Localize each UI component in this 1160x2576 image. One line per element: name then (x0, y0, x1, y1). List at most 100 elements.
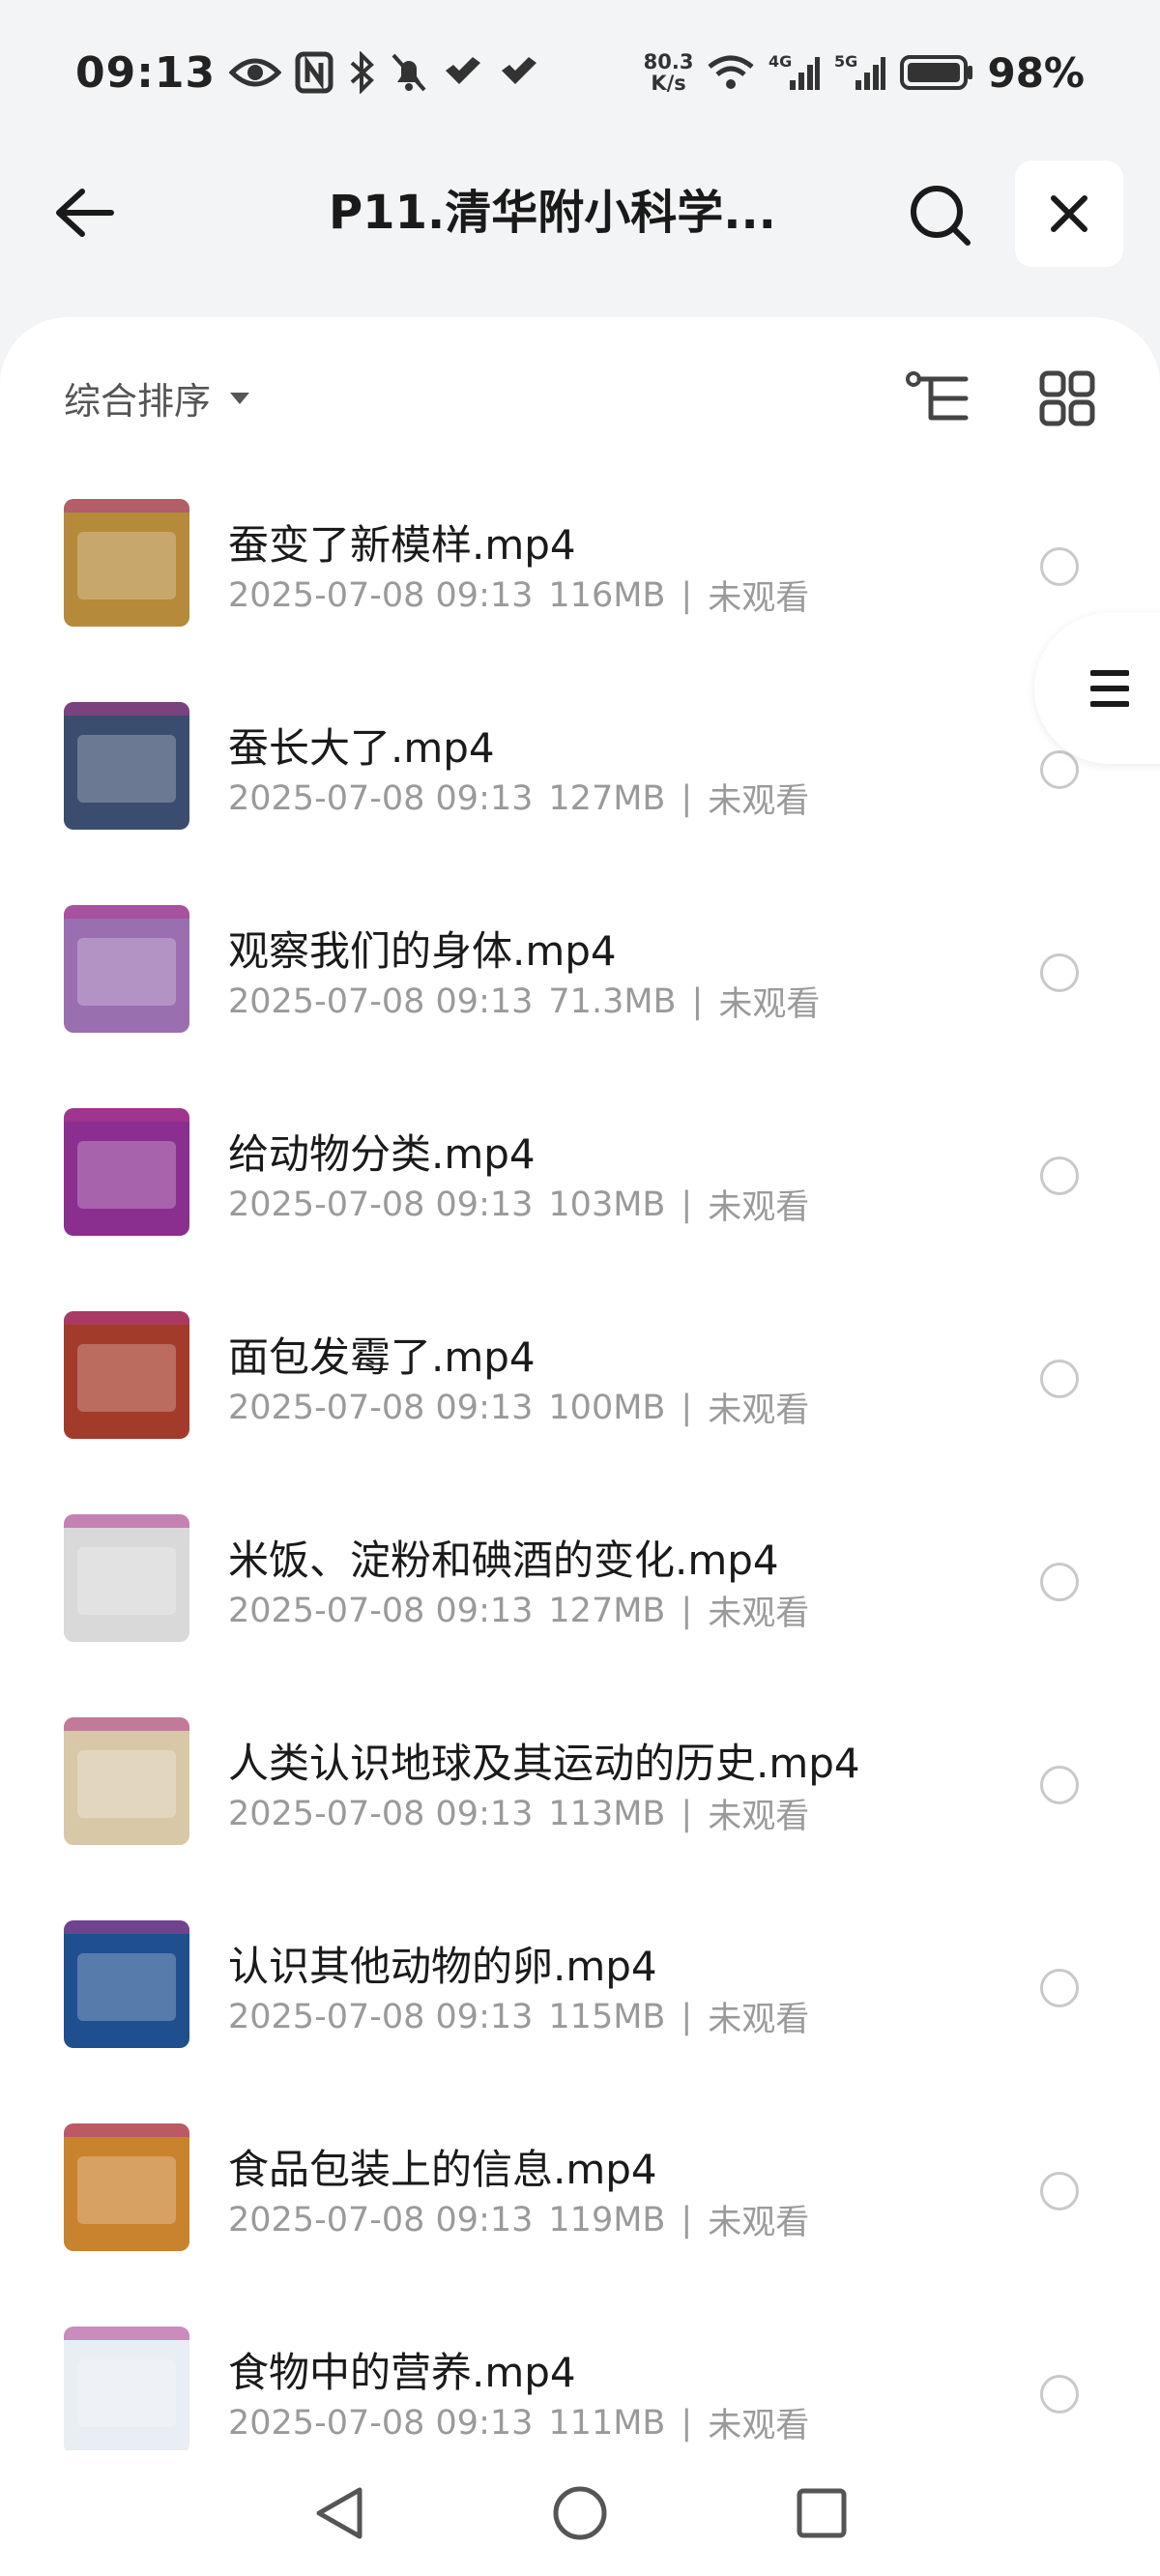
watch-status: 未观看 (708, 782, 810, 821)
video-thumbnail (64, 1717, 189, 1845)
file-size: 113MB (548, 1794, 666, 1833)
watch-status: 未观看 (708, 579, 810, 618)
watch-status: 未观看 (708, 1188, 810, 1227)
video-thumbnail (64, 702, 189, 830)
battery-percent: 98% (987, 48, 1085, 97)
file-meta: 2025-07-08 09:13 119MB | 未观看 (228, 2195, 809, 2244)
tree-icon (906, 371, 969, 421)
video-thumbnail (64, 2123, 189, 2251)
sort-dropdown[interactable]: 综合排序 (64, 371, 251, 424)
circle-home-icon (553, 2486, 607, 2540)
select-radio[interactable] (1040, 1969, 1079, 2007)
eye-icon (229, 53, 282, 92)
file-row[interactable]: 食品包装上的信息.mp4 2025-07-08 09:13 119MB | 未观… (0, 2096, 1160, 2299)
file-size: 71.3MB (548, 981, 677, 1021)
grid-view-button[interactable] (1032, 364, 1102, 433)
nav-home-button[interactable] (546, 2479, 614, 2547)
page-title: P11.清华附小科学... (329, 186, 776, 240)
file-name: 蚕变了新模样.mp4 (228, 521, 576, 569)
file-size: 103MB (548, 1185, 666, 1224)
watch-status: 未观看 (708, 1798, 810, 1836)
file-list-panel: 综合排序 蚕变了新模样.mp4 2025-07-08 09:13 116MB |… (0, 317, 1160, 2576)
nav-back-button[interactable] (304, 2479, 372, 2547)
file-row[interactable]: 认识其他动物的卵.mp4 2025-07-08 09:13 115MB | 未观… (0, 1893, 1160, 2096)
select-radio[interactable] (1040, 1360, 1079, 1398)
search-button[interactable] (905, 180, 974, 249)
file-size: 127MB (548, 1591, 666, 1630)
nfc-icon (295, 51, 334, 94)
file-row[interactable]: 蚕长大了.mp4 2025-07-08 09:13 127MB | 未观看 (0, 675, 1160, 878)
watch-status: 未观看 (708, 2204, 810, 2242)
meta-separator: | (691, 981, 704, 1021)
top-bar: P11.清华附小科学... (0, 145, 1160, 280)
file-date: 2025-07-08 09:13 (228, 1388, 534, 1427)
file-meta: 2025-07-08 09:13 127MB | 未观看 (228, 1586, 809, 1635)
watch-status: 未观看 (708, 1391, 810, 1430)
file-name: 面包发霉了.mp4 (228, 1333, 536, 1381)
arrow-left-icon (56, 189, 114, 237)
close-button[interactable] (1015, 161, 1123, 267)
select-radio[interactable] (1040, 1766, 1079, 1804)
mute-bell-icon (390, 51, 428, 94)
select-radio[interactable] (1040, 750, 1079, 789)
select-radio[interactable] (1040, 2375, 1079, 2414)
file-name: 人类认识地球及其运动的历史.mp4 (228, 1740, 860, 1787)
file-meta: 2025-07-08 09:13 115MB | 未观看 (228, 1992, 809, 2041)
file-size: 119MB (548, 2200, 666, 2239)
file-date: 2025-07-08 09:13 (228, 1794, 534, 1833)
network-speed-unit: K/s (651, 72, 686, 95)
file-date: 2025-07-08 09:13 (228, 1997, 534, 2036)
select-radio[interactable] (1040, 2172, 1079, 2210)
file-meta: 2025-07-08 09:13 113MB | 未观看 (228, 1789, 809, 1838)
meta-separator: | (681, 778, 693, 818)
file-meta: 2025-07-08 09:13 111MB | 未观看 (228, 2398, 809, 2447)
meta-separator: | (681, 2403, 693, 2443)
watch-status: 未观看 (708, 2001, 810, 2039)
select-radio[interactable] (1040, 953, 1079, 992)
select-radio[interactable] (1040, 547, 1079, 586)
watch-status: 未观看 (708, 2407, 810, 2445)
file-row[interactable]: 给动物分类.mp4 2025-07-08 09:13 103MB | 未观看 (0, 1081, 1160, 1284)
file-row[interactable]: 面包发霉了.mp4 2025-07-08 09:13 100MB | 未观看 (0, 1284, 1160, 1487)
wifi-icon (707, 53, 755, 92)
clock: 09:13 (75, 47, 217, 98)
network-speed-value: 80.3 (643, 50, 694, 73)
video-thumbnail (64, 1108, 189, 1236)
sort-toolbar: 综合排序 (0, 356, 1160, 433)
square-recents-icon (797, 2488, 847, 2538)
file-date: 2025-07-08 09:13 (228, 778, 534, 818)
file-name: 米饭、淀粉和碘酒的变化.mp4 (228, 1537, 779, 1584)
meta-separator: | (681, 1794, 693, 1833)
status-bar: 09:13 80.3 K/s 4G 5G 98% (0, 0, 1160, 145)
file-meta: 2025-07-08 09:13 116MB | 未观看 (228, 571, 809, 620)
file-date: 2025-07-08 09:13 (228, 575, 534, 615)
file-date: 2025-07-08 09:13 (228, 2200, 534, 2239)
network-speed: 80.3 K/s (644, 51, 694, 94)
meta-separator: | (681, 2200, 693, 2239)
file-meta: 2025-07-08 09:13 100MB | 未观看 (228, 1383, 809, 1432)
file-row[interactable]: 人类认识地球及其运动的历史.mp4 2025-07-08 09:13 113MB… (0, 1690, 1160, 1893)
file-date: 2025-07-08 09:13 (228, 1591, 534, 1630)
file-meta: 2025-07-08 09:13 127MB | 未观看 (228, 774, 809, 823)
heart-sync-icon (442, 53, 484, 92)
file-list: 蚕变了新模样.mp4 2025-07-08 09:13 116MB | 未观看 … (0, 472, 1160, 2503)
file-row[interactable]: 米饭、淀粉和碘酒的变化.mp4 2025-07-08 09:13 127MB |… (0, 1487, 1160, 1690)
nav-recents-button[interactable] (788, 2479, 856, 2547)
file-size: 116MB (548, 575, 666, 615)
file-name: 给动物分类.mp4 (228, 1130, 536, 1178)
file-date: 2025-07-08 09:13 (228, 981, 534, 1021)
signal-4g-icon: 4G (768, 51, 821, 94)
tree-view-button[interactable] (903, 364, 972, 433)
video-thumbnail (64, 1920, 189, 2048)
select-radio[interactable] (1040, 1563, 1079, 1601)
file-row[interactable]: 观察我们的身体.mp4 2025-07-08 09:13 71.3MB | 未观… (0, 878, 1160, 1081)
video-thumbnail (64, 1514, 189, 1642)
battery-icon (900, 53, 973, 92)
file-date: 2025-07-08 09:13 (228, 2403, 534, 2443)
select-radio[interactable] (1040, 1156, 1079, 1195)
file-row[interactable]: 蚕变了新模样.mp4 2025-07-08 09:13 116MB | 未观看 (0, 472, 1160, 675)
back-button[interactable] (50, 182, 118, 244)
grid-icon (1039, 370, 1095, 426)
file-meta: 2025-07-08 09:13 103MB | 未观看 (228, 1180, 809, 1229)
caret-down-icon (230, 392, 250, 404)
